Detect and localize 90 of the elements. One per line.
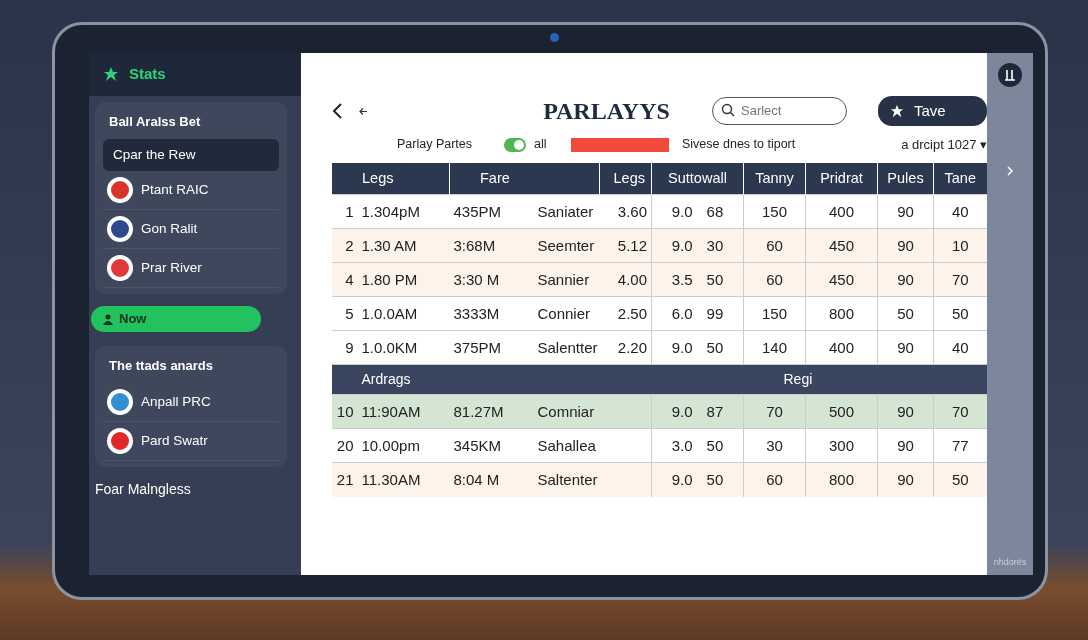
table-cell: 435PM Saniater	[449, 194, 600, 229]
section-title: Regi	[783, 371, 813, 388]
toggle-label: all	[534, 136, 547, 154]
table-cell: 450	[805, 228, 878, 263]
table-cell: 10 11:90AM	[331, 394, 450, 429]
table-cell: 2 1.30 AM	[331, 228, 450, 263]
table-cell: 3:30 M Sannier	[449, 262, 600, 297]
table-cell: 4.00	[599, 262, 652, 297]
table-cell: 9.0 30	[651, 228, 744, 263]
card-title: The ttads anards	[108, 356, 215, 375]
now-button[interactable]: Now	[91, 306, 261, 332]
sidebar-item[interactable]: Prar River	[103, 249, 279, 289]
sidebar-item[interactable]: Pard Swatr	[103, 422, 279, 462]
back-icon[interactable]	[331, 102, 343, 120]
chevron-right-icon[interactable]	[1006, 166, 1014, 177]
table-cell: 9.0 87	[651, 394, 744, 429]
table-cell: 300	[805, 428, 878, 463]
save-button[interactable]: Tave	[878, 95, 987, 127]
section-title: Ardrags	[361, 371, 411, 388]
column-header[interactable]: Suttowall	[651, 162, 744, 195]
table-cell: 9.0 68	[651, 194, 744, 229]
table-cell: 400	[805, 194, 878, 229]
table-cell: 90	[877, 462, 934, 497]
table-cell: 70	[743, 394, 806, 429]
table-cell: 4 1.80 PM	[331, 262, 450, 297]
table-cell: 50	[877, 296, 934, 331]
table-cell: 70	[933, 394, 987, 429]
table-cell: 3:68M Seemter	[449, 228, 600, 263]
column-header[interactable]: Legs	[331, 162, 450, 195]
sidebar-title: Stats	[129, 64, 166, 84]
table-cell: 1 1.304pM	[331, 194, 450, 229]
table-cell: 5.12	[599, 228, 652, 263]
sidebar-item[interactable]: Cpar the Rew	[103, 139, 279, 172]
table-cell: 20 10.00pm	[331, 428, 450, 463]
column-header[interactable]: Pridrat	[805, 162, 878, 195]
table-cell: 800	[805, 296, 878, 331]
table-cell: 60	[743, 462, 806, 497]
table-cell: 90	[877, 428, 934, 463]
table-cell: 30	[743, 428, 806, 463]
table-cell: 3.60	[599, 194, 652, 229]
table-cell: 50	[933, 462, 987, 497]
corner-text: nhdorés	[993, 555, 1027, 569]
table-cell: 81.27M Comniar	[449, 394, 600, 429]
arrow-left-icon[interactable]	[359, 106, 368, 116]
table-cell: 21 11.30AM	[331, 462, 450, 497]
sidebar-footer-text: Foar Malngless	[94, 480, 192, 500]
table-cell: 345KM Sahallea	[449, 428, 600, 463]
table-cell: 50	[933, 296, 987, 331]
column-header[interactable]: Tanny	[743, 162, 806, 195]
table-cell: 90	[877, 262, 934, 297]
table-cell: 10	[933, 228, 987, 263]
table-cell: 8:04 M Saltenter	[449, 462, 600, 497]
table-cell: 40	[933, 194, 987, 229]
sidebar-item[interactable]: Gon Ralit	[103, 210, 279, 250]
dropdown[interactable]: a drcipt 1027 ▾	[857, 135, 987, 155]
table-cell: 90	[877, 228, 934, 263]
table-cell: 60	[743, 228, 806, 263]
table-cell: 5 1.0.0AM	[331, 296, 450, 331]
table-cell: 2.50	[599, 296, 652, 331]
sidebar-item[interactable]: Ptant RAIC	[103, 171, 279, 211]
table-cell: 90	[877, 194, 934, 229]
table-cell: 3.0 50	[651, 428, 744, 463]
table-cell: 9.0 50	[651, 462, 744, 497]
table-cell: 450	[805, 262, 878, 297]
column-header[interactable]: Pules	[877, 162, 934, 195]
table-cell: 77	[933, 428, 987, 463]
table-cell: 150	[743, 194, 806, 229]
table-cell: 6.0 99	[651, 296, 744, 331]
toggle-switch[interactable]	[504, 137, 527, 152]
star-icon	[103, 66, 119, 83]
star-icon	[890, 104, 904, 118]
column-header[interactable]: Tane	[933, 162, 987, 195]
table-cell: 150	[743, 296, 806, 331]
table-cell: 3333M Connier	[449, 296, 600, 331]
table-cell: 70	[933, 262, 987, 297]
filter-label: Parlay Partes	[397, 136, 473, 154]
hint-text: Sivese dnes to tiport	[682, 136, 797, 154]
webcam-icon	[550, 33, 559, 42]
table-cell: 800	[805, 462, 878, 497]
column-header[interactable]: Legs	[599, 162, 652, 195]
card-title: Ball Aralss Bet	[108, 112, 202, 131]
table-cell: 3.5 50	[651, 262, 744, 297]
table-cell: 90	[877, 394, 934, 429]
table-cell: 60	[743, 262, 806, 297]
sidebar-item[interactable]: Anpall PRC	[103, 383, 279, 423]
page-title: PARLAYYS	[542, 97, 671, 126]
person-icon	[103, 313, 113, 325]
column-header[interactable]: Fare	[449, 162, 600, 195]
table-cell: 500	[805, 394, 878, 429]
search-field[interactable]: Sarlect	[712, 97, 847, 125]
